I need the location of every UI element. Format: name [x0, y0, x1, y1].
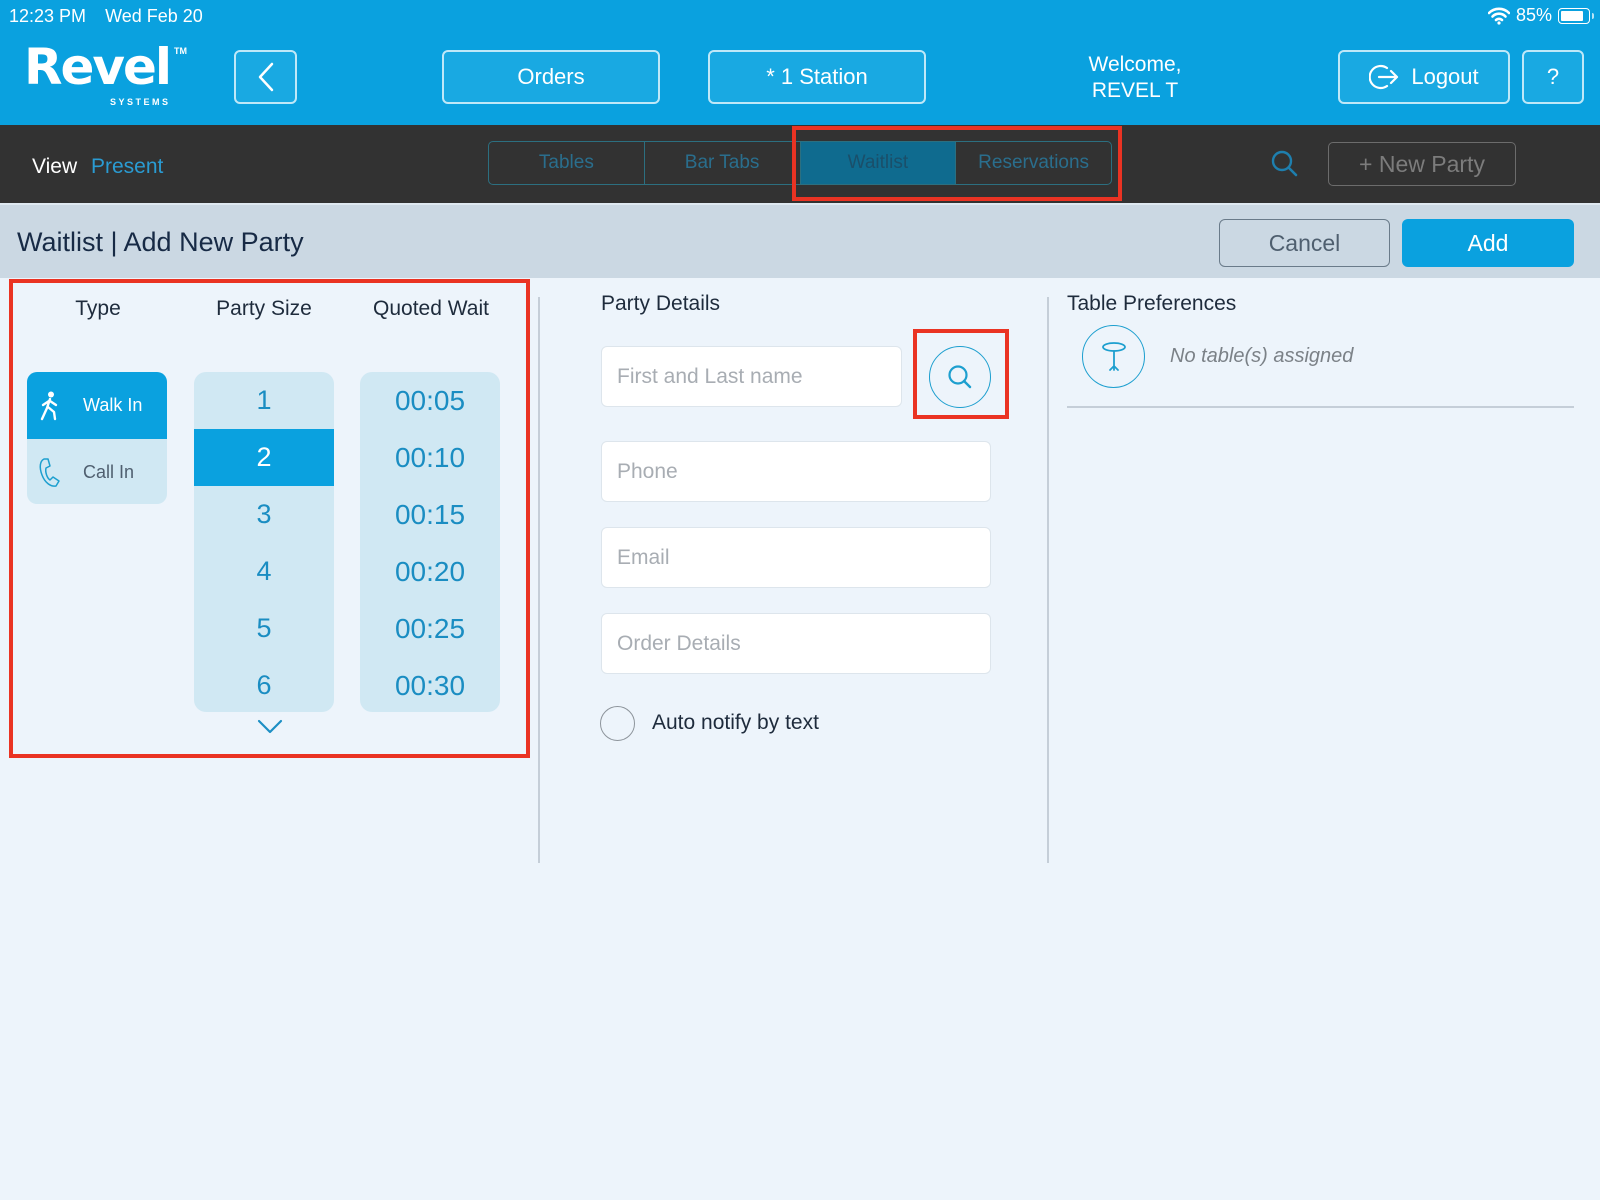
status-clock: 12:23 PM Wed Feb 20 — [9, 6, 217, 27]
party-size-option-selected[interactable]: 2 — [194, 429, 334, 486]
quoted-wait-option[interactable]: 00:10 — [360, 429, 500, 486]
add-button[interactable]: Add — [1402, 219, 1574, 267]
page-title: Waitlist | Add New Party — [17, 227, 304, 257]
type-option-walk-in[interactable]: Walk In — [27, 372, 167, 439]
app-header: 12:23 PM Wed Feb 20 85% Revel TM SYSTEMS… — [0, 0, 1600, 125]
quoted-wait-option[interactable]: 00:15 — [360, 486, 500, 543]
new-party-button[interactable]: + New Party — [1328, 142, 1516, 186]
party-size-option[interactable]: 5 — [194, 600, 334, 657]
battery-level — [1561, 10, 1584, 21]
party-size-option[interactable]: 3 — [194, 486, 334, 543]
type-header: Type — [75, 297, 121, 320]
no-table-assigned-text: No table(s) assigned — [1170, 345, 1354, 367]
assign-table-button[interactable] — [1082, 325, 1145, 388]
back-button[interactable] — [234, 50, 297, 104]
battery-icon — [1558, 7, 1594, 24]
cancel-button[interactable]: Cancel — [1219, 219, 1390, 267]
table-preferences-divider — [1067, 406, 1574, 408]
quoted-wait-header: Quoted Wait — [373, 297, 489, 320]
party-size-option[interactable]: 4 — [194, 543, 334, 600]
page-titlebar: Waitlist | Add New Party Cancel Add — [0, 203, 1600, 278]
party-size-header: Party Size — [216, 297, 312, 320]
logo-subtitle: SYSTEMS — [110, 97, 171, 107]
name-input[interactable] — [601, 346, 902, 407]
welcome-message: Welcome, REVEL T — [1060, 52, 1210, 104]
type-option-label: Call In — [83, 462, 135, 482]
tab-bar-tabs[interactable]: Bar Tabs — [645, 142, 801, 184]
revel-logo: Revel TM SYSTEMS — [24, 38, 187, 108]
welcome-greeting: Welcome, — [1088, 53, 1182, 76]
quoted-wait-option[interactable]: 00:30 — [360, 657, 500, 712]
chevron-left-icon — [258, 62, 273, 92]
party-details-header: Party Details — [601, 292, 721, 315]
view-mode-link[interactable]: Present — [91, 155, 163, 179]
column-divider — [1047, 297, 1049, 863]
search-icon[interactable] — [1270, 149, 1298, 177]
party-size-option[interactable]: 1 — [194, 372, 334, 429]
status-time: 12:23 PM — [9, 6, 87, 26]
tab-reservations[interactable]: Reservations — [956, 142, 1111, 184]
table-preferences-header: Table Preferences — [1067, 292, 1237, 315]
walking-person-icon — [35, 391, 65, 421]
chevron-down-icon[interactable] — [256, 717, 284, 737]
quoted-wait-picker[interactable]: 00:05 00:10 00:15 00:20 00:25 00:30 — [360, 372, 500, 712]
auto-notify-radio[interactable] — [600, 706, 635, 741]
type-option-call-in[interactable]: Call In — [27, 439, 167, 504]
party-size-option[interactable]: 6 — [194, 657, 334, 712]
type-selector: Walk In Call In — [27, 372, 167, 504]
logout-arrow-icon — [1369, 64, 1399, 90]
quoted-wait-option[interactable]: 00:05 — [360, 372, 500, 429]
logo-wordmark: Revel — [24, 38, 172, 96]
quoted-wait-option[interactable]: 00:25 — [360, 600, 500, 657]
quoted-wait-option[interactable]: 00:20 — [360, 543, 500, 600]
status-indicators: 85% — [1487, 5, 1594, 26]
auto-notify-label: Auto notify by text — [652, 711, 819, 734]
email-input[interactable] — [601, 527, 991, 588]
phone-icon — [35, 457, 65, 488]
column-divider — [538, 297, 540, 863]
table-icon — [1101, 341, 1126, 371]
order-details-input[interactable] — [601, 613, 991, 674]
wifi-icon — [1487, 7, 1510, 25]
party-size-picker[interactable]: 1 2 3 4 5 6 — [194, 372, 334, 712]
view-navbar: View Present Tables Bar Tabs Waitlist Re… — [0, 125, 1600, 203]
orders-button[interactable]: Orders — [442, 50, 660, 104]
customer-search-button[interactable] — [929, 346, 991, 408]
type-option-label: Walk In — [83, 395, 143, 415]
welcome-username: REVEL T — [1091, 79, 1179, 102]
station-button[interactable]: * 1 Station — [708, 50, 926, 104]
logo-trademark: TM — [174, 46, 187, 56]
status-date: Wed Feb 20 — [105, 6, 203, 26]
tab-tables[interactable]: Tables — [489, 142, 645, 184]
tab-waitlist[interactable]: Waitlist — [800, 142, 957, 184]
search-icon — [948, 365, 972, 389]
view-tabs: Tables Bar Tabs Waitlist Reservations — [488, 141, 1112, 185]
view-label: View — [32, 155, 78, 178]
phone-input[interactable] — [601, 441, 991, 502]
help-button[interactable]: ? — [1522, 50, 1584, 104]
battery-percent: 85% — [1515, 5, 1552, 25]
logout-label: Logout — [1411, 64, 1479, 89]
logout-button[interactable]: Logout — [1338, 50, 1510, 104]
